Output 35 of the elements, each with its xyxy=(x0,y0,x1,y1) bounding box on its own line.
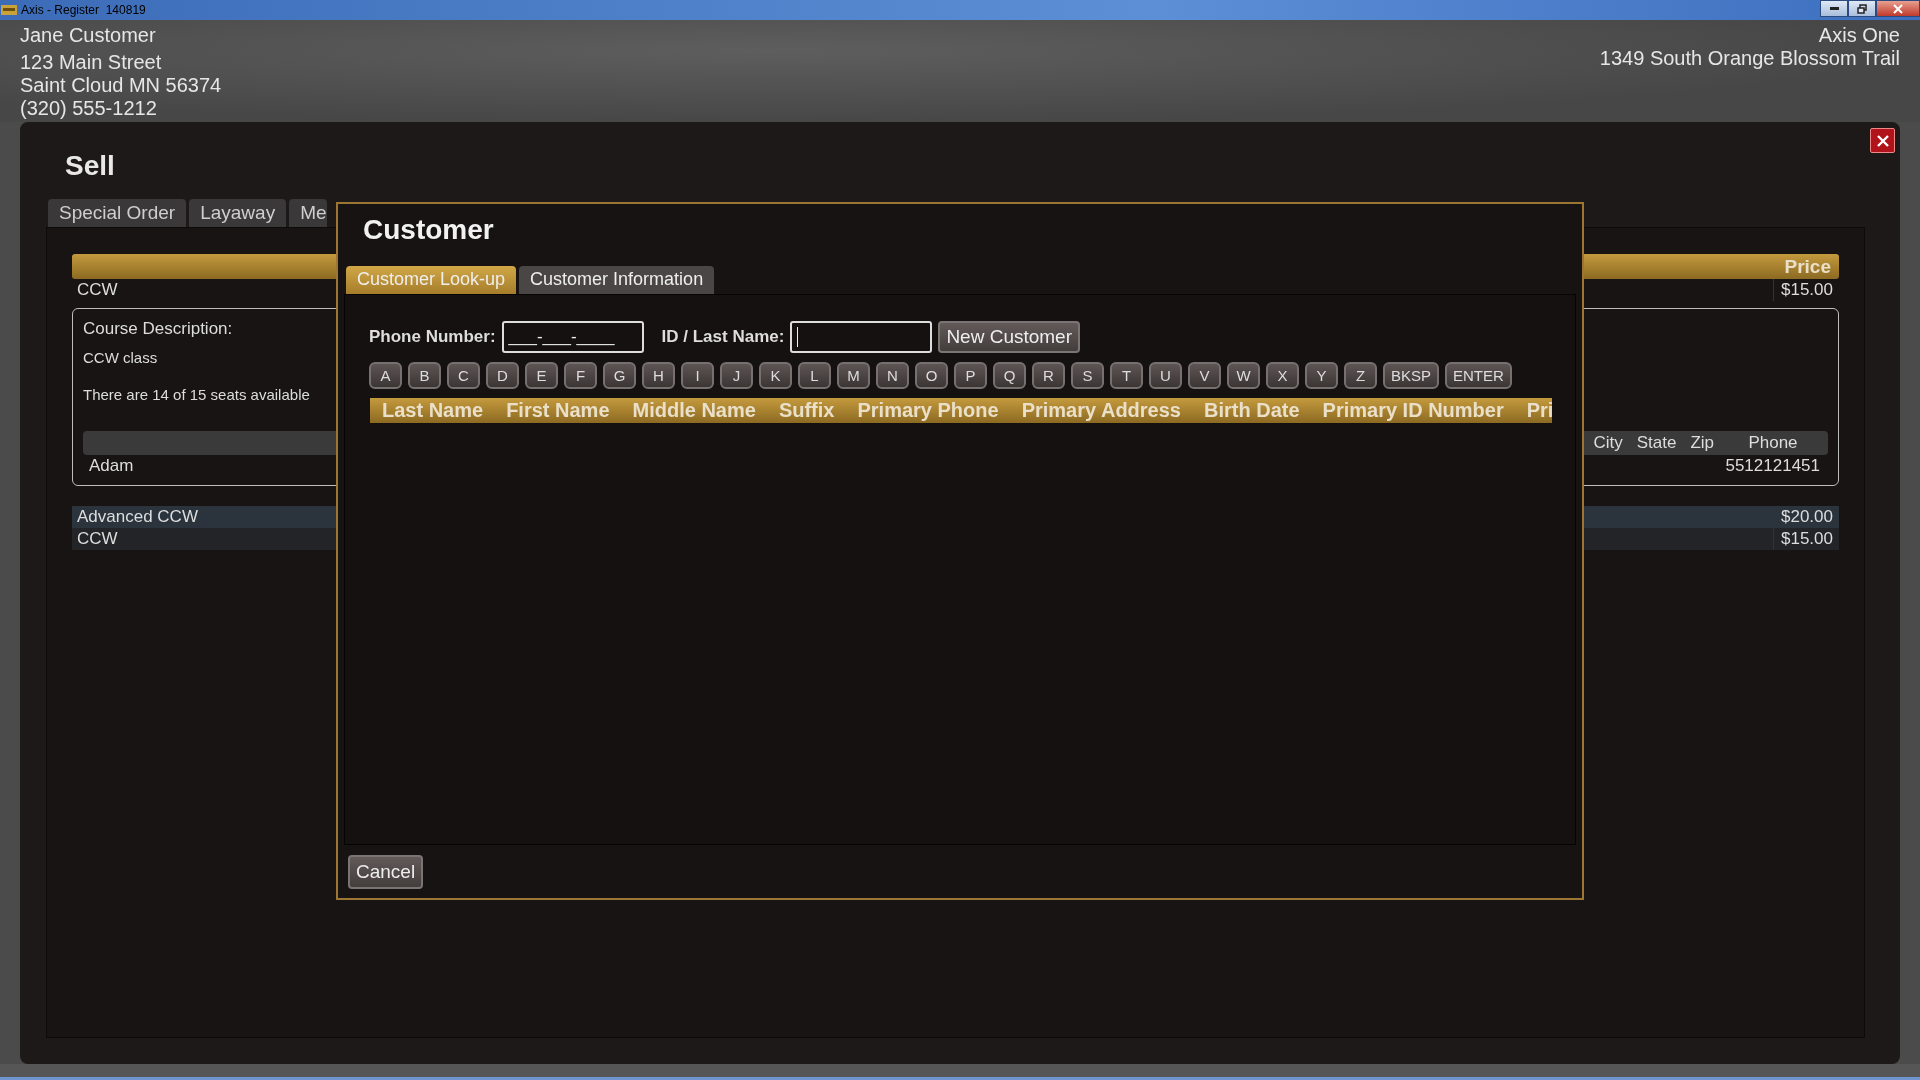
column-header: Zip xyxy=(1690,433,1714,453)
column-header: Primary Phone xyxy=(857,398,999,422)
column-header: Last Name xyxy=(382,398,484,422)
table-cell-text: CCW xyxy=(76,529,118,549)
column-header: Pri xyxy=(1526,398,1554,422)
dialog-title: Customer xyxy=(363,214,494,247)
column-header: Primary ID Number xyxy=(1322,398,1504,422)
customer-address-line: 123 Main Street xyxy=(20,51,163,74)
column-header: Birth Date xyxy=(1203,398,1300,422)
column-header: Primary Address xyxy=(1021,398,1181,422)
table-cell: $15.00 xyxy=(1773,528,1839,550)
customer-address-line: (320) 555-1212 xyxy=(20,97,158,120)
store-address: 1349 South Orange Blossom Trail xyxy=(1599,47,1900,70)
window-title: Axis - Register 140819 xyxy=(21,3,146,17)
customer-name: Jane Customer xyxy=(20,24,157,47)
customer-address-line: Saint Cloud MN 56374 xyxy=(20,74,222,97)
description-text: CCW class xyxy=(83,349,158,366)
panel-title: Sell xyxy=(65,149,115,182)
table-cell: $15.00 xyxy=(1773,279,1839,301)
table-cell: 5512121451 xyxy=(1725,456,1820,476)
field-label: ID / Last Name: xyxy=(661,326,785,347)
table-cell-text: CCW xyxy=(76,280,118,300)
column-header: City xyxy=(1593,433,1623,453)
column-header: Phone xyxy=(1747,433,1799,453)
detail-heading: Course Description: xyxy=(83,319,233,339)
column-header: Middle Name xyxy=(632,398,756,422)
table-cell-text: Advanced CCW xyxy=(76,507,198,527)
field-label: Phone Number: xyxy=(369,326,496,347)
table-cell: Adam xyxy=(89,456,134,476)
column-header: Price xyxy=(1784,255,1832,278)
column-header: State xyxy=(1636,433,1677,453)
seats-text: There are 14 of 15 seats available xyxy=(83,386,310,403)
store-name: Axis One xyxy=(1817,24,1900,47)
column-header: Suffix xyxy=(778,398,835,422)
column-header: First Name xyxy=(506,398,610,422)
